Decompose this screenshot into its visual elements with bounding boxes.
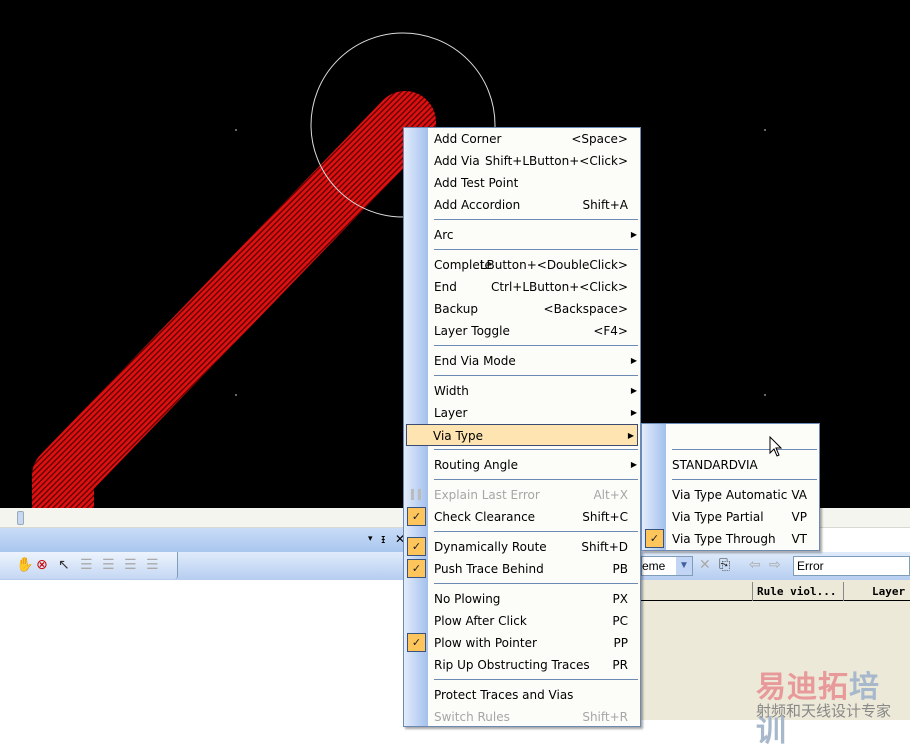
submenu-item-standardvia[interactable]: STANDARDVIA [642, 454, 819, 476]
filter-input[interactable]: Error [793, 556, 910, 576]
menu-separator [404, 676, 640, 684]
scheme-value: eme [642, 559, 666, 573]
column-rule-violation[interactable]: Rule viol... [757, 585, 836, 598]
menu-separator [404, 580, 640, 588]
context-menu: Add Corner <Space> Add Via Shift+LButton+<… [403, 127, 641, 727]
list-icon-4[interactable]: ☰ [146, 557, 159, 573]
submenu-item-via-type-partial[interactable]: Via Type Partial VP [642, 506, 819, 528]
watermark-tagline: 射频和天线设计专家 [756, 702, 892, 720]
menu-item-explain-last-error: Explain Last Error Alt+X [404, 484, 640, 506]
routed-trace [32, 91, 436, 508]
submenu-arrow-icon: ▶ [630, 230, 637, 239]
forward-arrow-icon[interactable]: ⇨ [769, 557, 781, 573]
chevron-down-icon[interactable]: ▼ [676, 557, 692, 575]
menu-item-plow-after-click[interactable]: Plow After Click PC [404, 610, 640, 632]
menu-separator [404, 372, 640, 380]
menu-item-end[interactable]: End Ctrl+LButton+<Click> [404, 276, 640, 298]
column-layer[interactable]: Layer [872, 585, 905, 598]
back-arrow-icon[interactable]: ⇦ [749, 557, 761, 573]
menu-separator [404, 342, 640, 350]
scheme-combo[interactable]: eme ▼ [641, 556, 693, 576]
submenu-arrow-icon: ▶ [630, 460, 637, 469]
mouse-cursor-icon [769, 436, 783, 457]
pointer-icon[interactable]: ↖ [58, 557, 70, 573]
menu-item-plow-with-pointer[interactable]: ✓ Plow with Pointer PP [404, 632, 640, 654]
checkmark-icon: ✓ [645, 529, 664, 548]
menu-separator [404, 246, 640, 254]
submenu-arrow-icon: ▶ [627, 431, 634, 440]
menu-item-add-accordion[interactable]: Add Accordion Shift+A [404, 194, 640, 216]
checkmark-icon: ✓ [407, 559, 426, 578]
menu-item-end-via-mode[interactable]: End Via Mode ▶ [404, 350, 640, 372]
menu-item-layer[interactable]: Layer ▶ [404, 402, 640, 424]
menu-item-complete[interactable]: Complete LButton+<DoubleClick> [404, 254, 640, 276]
submenu-item-via-type-through[interactable]: ✓ Via Type Through VT [642, 528, 819, 550]
menu-item-add-corner[interactable]: Add Corner <Space> [404, 128, 640, 150]
checkmark-icon: ✓ [407, 633, 426, 652]
submenu-arrow-icon: ▶ [630, 386, 637, 395]
menu-separator [642, 446, 819, 454]
pause-icon [411, 489, 421, 500]
hand-icon[interactable]: ✋ [16, 557, 33, 573]
menu-item-add-via[interactable]: Add Via Shift+LButton+<Click> [404, 150, 640, 172]
submenu-arrow-icon: ▶ [630, 408, 637, 417]
submenu-item-blank[interactable] [642, 424, 819, 446]
list-icon-2[interactable]: ☰ [102, 557, 115, 573]
list-icon-1[interactable]: ☰ [80, 557, 93, 573]
scroll-thumb[interactable] [17, 511, 24, 525]
menu-separator [404, 528, 640, 536]
menu-item-arc[interactable]: Arc ▶ [404, 224, 640, 246]
clear-icon[interactable]: ✕ [699, 557, 711, 573]
menu-separator [642, 476, 819, 484]
panel-header: ▾ ᵻ ✕ [0, 528, 405, 552]
menu-item-layer-toggle[interactable]: Layer Toggle <F4> [404, 320, 640, 342]
menu-separator [404, 446, 640, 454]
checkmark-icon: ✓ [407, 507, 426, 526]
menu-item-routing-angle[interactable]: Routing Angle ▶ [404, 454, 640, 476]
toolbar-band: ✋ ⊗ ↖ ☰ ☰ ☰ ☰ [0, 552, 178, 579]
violations-grid: Rule viol... Layer 易迪拓培训 射频和天线设计专家 [641, 580, 910, 749]
menu-separator [404, 476, 640, 484]
menu-item-dynamically-route[interactable]: ✓ Dynamically Route Shift+D [404, 536, 640, 558]
menu-item-check-clearance[interactable]: ✓ Check Clearance Shift+C [404, 506, 640, 528]
menu-item-push-trace-behind[interactable]: ✓ Push Trace Behind PB [404, 558, 640, 580]
panel-menu-icon[interactable]: ▾ [368, 534, 373, 544]
menu-item-backup[interactable]: Backup <Backspace> [404, 298, 640, 320]
menu-item-rip-up-obstructing-traces[interactable]: Rip Up Obstructing Traces PR [404, 654, 640, 676]
menu-item-width[interactable]: Width ▶ [404, 380, 640, 402]
pin-icon[interactable]: ᵻ [381, 532, 385, 546]
submenu-item-via-type-automatic[interactable]: Via Type Automatic VA [642, 484, 819, 506]
via-type-submenu: STANDARDVIA Via Type Automatic VA Via Typ… [641, 423, 820, 551]
export-icon[interactable]: ⎘ [719, 557, 730, 573]
menu-separator [404, 216, 640, 224]
list-icon-3[interactable]: ☰ [124, 557, 137, 573]
menu-item-add-test-point[interactable]: Add Test Point [404, 172, 640, 194]
menu-item-via-type[interactable]: Via Type ▶ [406, 424, 638, 446]
menu-item-protect-traces-and-vias[interactable]: Protect Traces and Vias [404, 684, 640, 706]
checkmark-icon: ✓ [407, 537, 426, 556]
submenu-arrow-icon: ▶ [630, 356, 637, 365]
filter-toolbar: eme ▼ ✕ ⎘ ⇦ ⇨ Error [641, 552, 910, 580]
grid-header: Rule viol... Layer [641, 582, 910, 601]
menu-item-switch-rules: Switch Rules Shift+R [434, 710, 628, 724]
select-circle-icon[interactable]: ⊗ [36, 557, 48, 573]
panel-body [0, 580, 405, 720]
menu-item-no-plowing[interactable]: No Plowing PX [404, 588, 640, 610]
